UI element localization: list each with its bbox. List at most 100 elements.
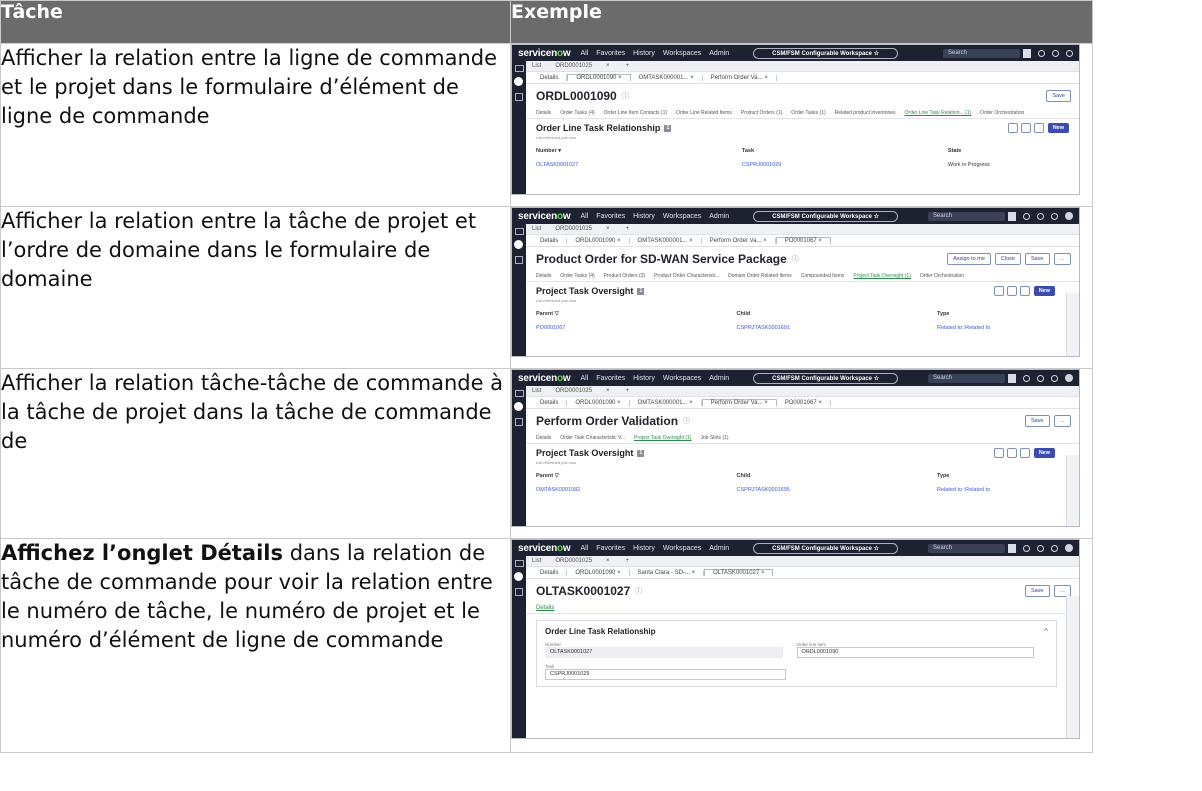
- nav-admin[interactable]: Admin: [709, 375, 729, 382]
- tab-list[interactable]: List: [532, 388, 541, 394]
- settings-icon[interactable]: [1020, 123, 1031, 133]
- related-tab[interactable]: Details: [536, 110, 551, 116]
- list-icon[interactable]: [514, 77, 523, 86]
- close-icon[interactable]: ×: [606, 388, 610, 394]
- list-icon[interactable]: [514, 240, 523, 249]
- subtab[interactable]: Santa Clara - SD-... ×: [630, 569, 705, 576]
- home-icon[interactable]: [515, 560, 524, 567]
- tree-icon[interactable]: [515, 588, 523, 596]
- nav-admin[interactable]: Admin: [709, 213, 729, 220]
- new-button[interactable]: New: [1033, 448, 1055, 458]
- subtab[interactable]: Details: [532, 399, 568, 406]
- subtab[interactable]: OMTASK000001... ×: [630, 237, 702, 244]
- tree-icon[interactable]: [515, 418, 523, 426]
- related-tab[interactable]: Domain Order Related Items: [728, 273, 792, 279]
- search-scope-select[interactable]: [1008, 373, 1016, 383]
- add-tab-button[interactable]: +: [626, 558, 630, 564]
- column-header[interactable]: Task: [742, 148, 948, 154]
- nav-history[interactable]: History: [633, 50, 655, 57]
- subtab[interactable]: Details: [532, 74, 568, 81]
- more-button[interactable]: …: [1053, 253, 1071, 265]
- nav-all[interactable]: All: [581, 213, 589, 220]
- help-icon[interactable]: [1037, 212, 1044, 220]
- related-tab[interactable]: Order Line Related Items: [676, 110, 732, 116]
- subtab[interactable]: ORDL0001090 ×: [567, 399, 630, 406]
- subtab[interactable]: Details: [532, 569, 568, 576]
- field-value[interactable]: CSPRJ0001029: [545, 669, 787, 680]
- nav-favorites[interactable]: Favorites: [596, 50, 625, 57]
- search-input[interactable]: Search: [928, 543, 1005, 553]
- close-icon[interactable]: ×: [606, 63, 610, 69]
- new-button[interactable]: New: [1047, 123, 1069, 133]
- subtab[interactable]: OMTASK000001... ×: [630, 399, 702, 406]
- tab-details[interactable]: Details: [526, 603, 1079, 614]
- subtab[interactable]: OMTASK000001... ×: [631, 74, 703, 81]
- assign-to-me-button[interactable]: Assign to me: [947, 253, 991, 265]
- add-tab-button[interactable]: +: [626, 63, 630, 69]
- list-icon[interactable]: [514, 572, 523, 581]
- tab-list[interactable]: List: [532, 558, 541, 564]
- help-icon[interactable]: [1052, 49, 1059, 57]
- subtab[interactable]: PO0001067 ×: [777, 399, 831, 406]
- search-scope-select[interactable]: [1023, 48, 1031, 58]
- subtab[interactable]: ORDL0001090 ×: [567, 237, 630, 244]
- nav-all[interactable]: All: [581, 375, 589, 382]
- nav-admin[interactable]: Admin: [709, 545, 729, 552]
- refresh-icon[interactable]: [993, 448, 1004, 458]
- related-tab[interactable]: Order Tasks (4): [560, 273, 594, 279]
- filter-icon[interactable]: [1033, 123, 1044, 133]
- home-icon[interactable]: [515, 228, 524, 235]
- refresh-icon[interactable]: [993, 286, 1004, 296]
- nav-workspaces[interactable]: Workspaces: [663, 545, 701, 552]
- add-tab-button[interactable]: +: [626, 388, 630, 394]
- subtab[interactable]: Perform Order Va... ×: [701, 399, 777, 406]
- settings-icon[interactable]: [1006, 448, 1017, 458]
- new-button[interactable]: New: [1033, 286, 1055, 296]
- tab-record[interactable]: ORD0001025: [555, 558, 592, 564]
- related-tab[interactable]: Compounded Items: [801, 273, 845, 279]
- tab-record[interactable]: ORD0001025: [555, 226, 592, 232]
- field-value[interactable]: ORDL0001090: [796, 647, 1034, 658]
- bell-icon[interactable]: [1051, 212, 1058, 220]
- record-link[interactable]: CSPRJTASK0001691: [737, 325, 938, 331]
- search-scope-select[interactable]: [1008, 543, 1016, 553]
- nav-history[interactable]: History: [633, 375, 655, 382]
- related-tab[interactable]: Project Task Oversight (1): [853, 273, 910, 279]
- related-tab[interactable]: Details: [536, 435, 551, 441]
- related-tab[interactable]: Details: [536, 273, 551, 279]
- subtab[interactable]: Perform Order Va... ×: [703, 74, 777, 81]
- column-header[interactable]: Type: [937, 311, 1055, 317]
- record-link[interactable]: OMTASK0001082: [536, 487, 737, 493]
- workspace-pill[interactable]: CSM/FSM Configurable Workspace ☆: [753, 372, 899, 384]
- tab-record[interactable]: ORD0001025: [555, 63, 592, 69]
- related-tab[interactable]: Project Task Oversight (1): [634, 435, 691, 441]
- globe-icon[interactable]: [1023, 212, 1030, 220]
- record-link[interactable]: CSPRJTASK0001695: [737, 487, 938, 493]
- save-button[interactable]: Save: [1024, 585, 1050, 597]
- nav-all[interactable]: All: [581, 50, 589, 57]
- nav-favorites[interactable]: Favorites: [596, 375, 625, 382]
- globe-icon[interactable]: [1023, 374, 1030, 382]
- column-header[interactable]: Parent ▽: [536, 311, 737, 317]
- record-link[interactable]: OLTASK0001027: [536, 162, 742, 168]
- nav-workspaces[interactable]: Workspaces: [663, 375, 701, 382]
- list-icon[interactable]: [514, 402, 523, 411]
- tab-list[interactable]: List: [532, 226, 541, 232]
- related-tab[interactable]: Product Orders (1): [741, 110, 782, 116]
- subtab[interactable]: OLTASK0001027 ×: [704, 569, 774, 576]
- close-icon[interactable]: ×: [606, 226, 610, 232]
- related-tab[interactable]: Order Tasks (1): [791, 110, 825, 116]
- search-scope-select[interactable]: [1008, 211, 1016, 221]
- nav-favorites[interactable]: Favorites: [596, 213, 625, 220]
- nav-workspaces[interactable]: Workspaces: [663, 50, 701, 57]
- subtab[interactable]: ORDL0001090 ×: [567, 74, 631, 81]
- save-button[interactable]: Save: [1024, 415, 1050, 427]
- help-icon[interactable]: [1037, 544, 1044, 552]
- subtab[interactable]: ORDL0001090 ×: [567, 569, 630, 576]
- refresh-icon[interactable]: [1007, 123, 1018, 133]
- related-tab[interactable]: Order Orchestration: [920, 273, 964, 279]
- column-header[interactable]: State: [948, 148, 1069, 154]
- close-icon[interactable]: ×: [606, 558, 610, 564]
- related-tab[interactable]: Order Tasks (4): [560, 110, 594, 116]
- info-icon[interactable]: ⓘ: [622, 91, 629, 101]
